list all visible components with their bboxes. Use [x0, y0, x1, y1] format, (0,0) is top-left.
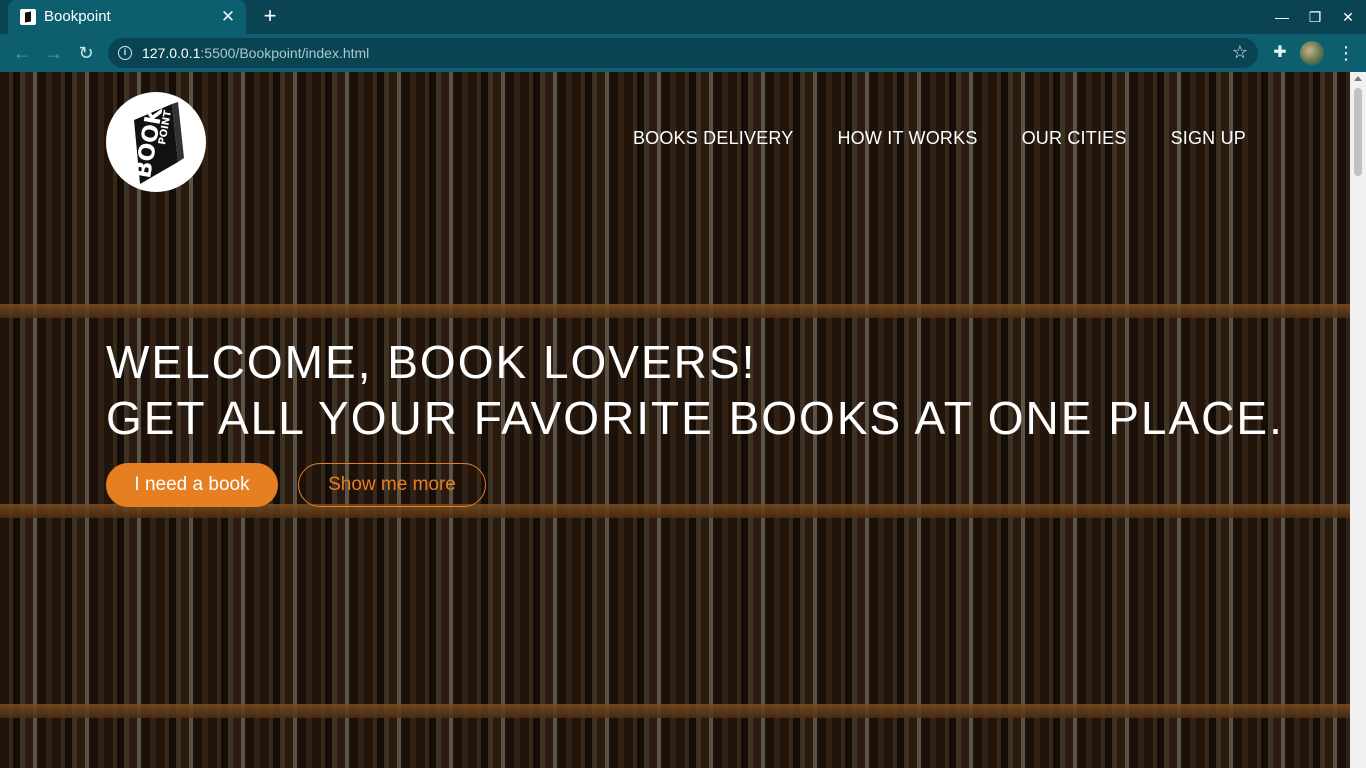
browser-tab[interactable]: Bookpoint ✕: [8, 0, 246, 34]
bookpoint-logo[interactable]: BOOK POINT: [106, 92, 206, 192]
scrollbar-thumb[interactable]: [1354, 88, 1362, 176]
shelf-divider: [0, 704, 1350, 718]
tab-close-icon[interactable]: ✕: [218, 7, 238, 27]
address-bar[interactable]: i 127.0.0.1:5500/Bookpoint/index.html ☆: [108, 38, 1258, 68]
page-scrollbar[interactable]: [1350, 72, 1366, 768]
hero-line-1: WELCOME, BOOK LOVERS!: [106, 336, 757, 388]
hero-line-2: GET ALL YOUR FAVORITE BOOKS AT ONE PLACE…: [106, 392, 1284, 444]
new-tab-icon[interactable]: +: [258, 5, 282, 29]
main-navigation: BOOKS DELIVERY HOW IT WORKS OUR CITIES S…: [633, 128, 1246, 149]
tab-title: Bookpoint: [44, 8, 111, 25]
extensions-icon[interactable]: ✚: [1270, 42, 1290, 62]
info-icon[interactable]: i: [118, 46, 132, 60]
restore-icon[interactable]: ❐: [1303, 6, 1327, 28]
show-me-more-button[interactable]: Show me more: [298, 463, 486, 507]
window-close-icon[interactable]: ✕: [1336, 6, 1360, 28]
reload-icon[interactable]: ↻: [73, 40, 99, 66]
site-favicon-icon: [20, 9, 36, 25]
page-viewport: BOOK POINT BOOKS DELIVERY HOW IT WORKS O…: [0, 72, 1350, 768]
browser-tab-bar: Bookpoint ✕ + — ❐ ✕: [0, 0, 1366, 34]
book-logo-icon: BOOK POINT: [131, 102, 184, 184]
scroll-up-icon[interactable]: [1354, 76, 1362, 81]
profile-avatar[interactable]: [1300, 41, 1324, 65]
nav-our-cities[interactable]: OUR CITIES: [1022, 128, 1127, 149]
url-text[interactable]: 127.0.0.1:5500/Bookpoint/index.html: [142, 45, 369, 61]
hero-heading: WELCOME, BOOK LOVERS! GET ALL YOUR FAVOR…: [106, 334, 1284, 446]
nav-sign-up[interactable]: SIGN UP: [1171, 128, 1246, 149]
nav-books-delivery[interactable]: BOOKS DELIVERY: [633, 128, 794, 149]
minimize-icon[interactable]: —: [1270, 6, 1294, 28]
menu-icon[interactable]: ⋮: [1336, 41, 1356, 65]
i-need-a-book-button[interactable]: I need a book: [106, 463, 278, 507]
browser-toolbar: ← → ↻ i 127.0.0.1:5500/Bookpoint/index.h…: [0, 34, 1366, 72]
shelf-divider: [0, 304, 1350, 318]
star-icon[interactable]: ☆: [1232, 42, 1248, 63]
back-icon[interactable]: ←: [9, 40, 35, 66]
nav-how-it-works[interactable]: HOW IT WORKS: [837, 128, 977, 149]
forward-icon[interactable]: →: [41, 40, 67, 66]
